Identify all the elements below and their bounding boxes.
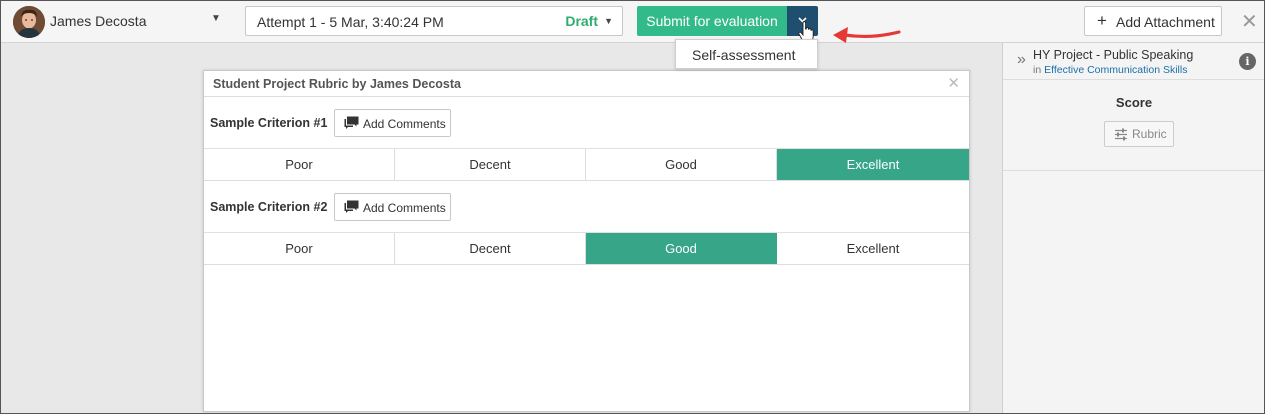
- caret-down-icon: ▼: [604, 16, 613, 26]
- criterion-row: Sample Criterion #2 Add Comments: [204, 181, 969, 233]
- level-excellent[interactable]: Excellent: [777, 233, 969, 264]
- level-good[interactable]: Good: [586, 233, 777, 264]
- criterion-row: Sample Criterion #1 Add Comments: [204, 97, 969, 149]
- info-icon[interactable]: i: [1239, 53, 1256, 70]
- double-chevron-right-icon[interactable]: »: [1017, 51, 1026, 69]
- level-decent[interactable]: Decent: [395, 149, 586, 180]
- level-good[interactable]: Good: [586, 149, 777, 180]
- criterion-name: Sample Criterion #1: [210, 116, 328, 130]
- sliders-icon: [1115, 128, 1127, 141]
- top-bar: James Decosta ▼ Attempt 1 - 5 Mar, 3:40:…: [1, 1, 1264, 43]
- avatar-image: [13, 6, 45, 38]
- caret-down-icon[interactable]: ▼: [211, 13, 221, 24]
- close-icon[interactable]: ✕: [947, 74, 960, 92]
- chevron-down-icon: [798, 17, 807, 23]
- close-icon[interactable]: ✕: [1241, 9, 1258, 34]
- submit-for-evaluation-button[interactable]: Submit for evaluation: [637, 6, 787, 36]
- course-link[interactable]: Effective Communication Skills: [1044, 64, 1187, 76]
- rubric-title: Student Project Rubric by James Decosta: [213, 77, 461, 91]
- add-attachment-label: Add Attachment: [1116, 14, 1215, 30]
- criterion-name: Sample Criterion #2: [210, 200, 328, 214]
- level-excellent[interactable]: Excellent: [777, 149, 969, 180]
- criterion-levels: Poor Decent Good Excellent: [204, 149, 969, 181]
- add-comments-button[interactable]: Add Comments: [334, 109, 451, 137]
- rubric-panel: Student Project Rubric by James Decosta …: [203, 70, 970, 412]
- level-decent[interactable]: Decent: [395, 233, 586, 264]
- attempt-select[interactable]: Attempt 1 - 5 Mar, 3:40:24 PM Draft ▼: [245, 6, 623, 36]
- level-poor[interactable]: Poor: [204, 233, 395, 264]
- assignment-title: HY Project - Public Speaking: [1033, 48, 1194, 62]
- user-avatar[interactable]: [13, 6, 45, 38]
- assignment-course: in Effective Communication Skills: [1033, 64, 1187, 76]
- add-attachment-button[interactable]: + Add Attachment: [1084, 6, 1222, 36]
- submit-options-menu: Self-assessment: [675, 39, 818, 69]
- add-comments-label: Add Comments: [363, 117, 446, 131]
- plus-icon: +: [1097, 11, 1107, 30]
- level-poor[interactable]: Poor: [204, 149, 395, 180]
- assignment-header: » HY Project - Public Speaking in Effect…: [1003, 43, 1264, 80]
- submit-options-toggle[interactable]: [787, 6, 818, 36]
- score-section: Score Rubric: [1003, 80, 1264, 171]
- rubric-button[interactable]: Rubric: [1104, 121, 1174, 147]
- menu-item-self-assessment[interactable]: Self-assessment: [692, 47, 795, 63]
- add-comments-label: Add Comments: [363, 201, 446, 215]
- course-prefix: in: [1033, 64, 1042, 76]
- app-window: James Decosta ▼ Attempt 1 - 5 Mar, 3:40:…: [0, 0, 1265, 414]
- attempt-status-badge: Draft: [565, 13, 598, 29]
- right-panel: » HY Project - Public Speaking in Effect…: [1002, 43, 1264, 413]
- speech-bubble-icon: [344, 200, 359, 213]
- add-comments-button[interactable]: Add Comments: [334, 193, 451, 221]
- speech-bubble-icon: [344, 116, 359, 129]
- rubric-header: Student Project Rubric by James Decosta …: [204, 71, 969, 97]
- criterion-levels: Poor Decent Good Excellent: [204, 233, 969, 265]
- user-name[interactable]: James Decosta: [50, 13, 146, 29]
- attempt-label: Attempt 1 - 5 Mar, 3:40:24 PM: [257, 14, 444, 30]
- score-label: Score: [1115, 95, 1153, 110]
- rubric-button-label: Rubric: [1132, 127, 1167, 141]
